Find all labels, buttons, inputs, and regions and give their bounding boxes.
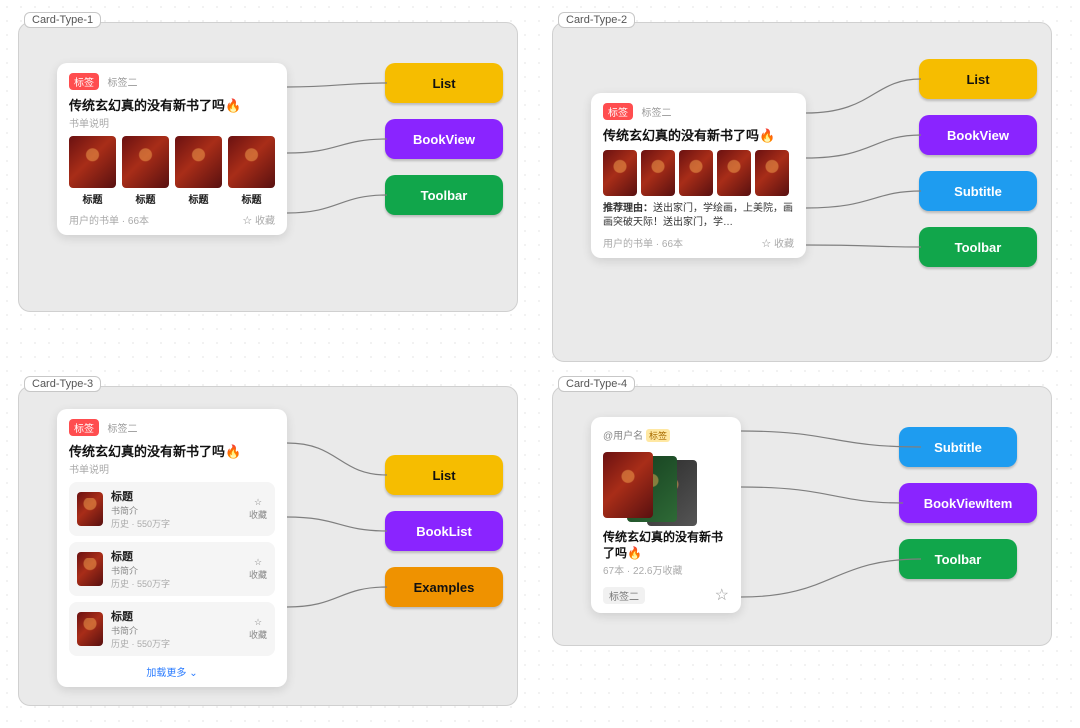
book-cover[interactable] (603, 150, 637, 196)
fire-icon: 🔥 (225, 98, 241, 113)
section-card-type-4: Card-Type-4 @用户名 标签 传统玄幻真的没有新书了吗🔥 (552, 386, 1052, 706)
chip-list[interactable]: List (385, 63, 503, 103)
chip-bookview[interactable]: BookView (385, 119, 503, 159)
book-item[interactable]: 标题 (175, 136, 222, 206)
fire-icon: 🔥 (225, 444, 241, 459)
tag-primary[interactable]: 标签 (69, 419, 99, 436)
card-user-line: @用户名 标签 (603, 427, 729, 442)
chip-booklist[interactable]: BookList (385, 511, 503, 551)
footer-info: 用户的书单 · 66本 (603, 235, 683, 250)
section-card-type-3: Card-Type-3 标签 标签二 传统玄幻真的没有新书了吗🔥 书单说明 标题 (18, 386, 518, 706)
star-icon: ☆ (254, 497, 262, 508)
book-cover (122, 136, 169, 188)
book-item[interactable]: 标题 (228, 136, 275, 206)
tag-secondary[interactable]: 标签二 (107, 74, 137, 89)
favorite-button[interactable]: ☆ 收藏 (242, 212, 275, 227)
card-stat: 67本 · 22.6万收藏 (603, 562, 729, 577)
book-cover (175, 136, 222, 188)
chip-column: List BookList Examples (385, 455, 503, 607)
chip-column: List BookView Toolbar (385, 63, 503, 215)
section-card-type-1: Card-Type-1 标签 标签二 传统玄幻真的没有新书了吗🔥 书单说明 标题… (18, 22, 518, 362)
star-icon: ☆ (242, 215, 252, 227)
book-cover (77, 552, 103, 586)
chip-subtitle[interactable]: Subtitle (899, 427, 1017, 467)
footer-info: 用户的书单 · 66本 (69, 212, 149, 227)
book-row: 标题 标题 标题 标题 (69, 136, 275, 206)
tag-primary[interactable]: 标签 (69, 73, 99, 90)
tag-secondary[interactable]: 标签二 (641, 104, 671, 119)
star-icon: ☆ (254, 617, 262, 628)
star-icon: ☆ (715, 587, 729, 604)
section-label: Card-Type-3 (24, 376, 101, 392)
card-type-4[interactable]: @用户名 标签 传统玄幻真的没有新书了吗🔥 67本 · 22.6万收藏 标签二 (591, 417, 741, 613)
fire-icon: 🔥 (627, 546, 642, 560)
section-label: Card-Type-1 (24, 12, 101, 28)
fire-icon: 🔥 (759, 128, 775, 143)
book-cover[interactable] (641, 150, 675, 196)
book-cover (228, 136, 275, 188)
book-cover (603, 452, 653, 518)
chevron-down-icon: ⌄ (189, 668, 197, 679)
chip-toolbar[interactable]: Toolbar (919, 227, 1037, 267)
card-footer: 标签二 ☆ (603, 585, 729, 605)
chip-column: List BookView Subtitle Toolbar (919, 59, 1037, 267)
chip-examples[interactable]: Examples (385, 567, 503, 607)
tag-primary[interactable]: 标签 (603, 103, 633, 120)
book-item[interactable]: 标题 (122, 136, 169, 206)
chip-subtitle[interactable]: Subtitle (919, 171, 1037, 211)
book-cover (69, 136, 116, 188)
star-icon: ☆ (254, 557, 262, 568)
card-type-3[interactable]: 标签 标签二 传统玄幻真的没有新书了吗🔥 书单说明 标题 书简介 历史 · 55… (57, 409, 287, 687)
card-title: 传统玄幻真的没有新书了吗🔥 (603, 530, 729, 561)
book-row (603, 150, 794, 196)
chip-toolbar[interactable]: Toolbar (899, 539, 1017, 579)
chip-bookviewitem[interactable]: BookViewItem (899, 483, 1037, 523)
book-cover[interactable] (755, 150, 789, 196)
card-title: 传统玄幻真的没有新书了吗🔥 (603, 125, 794, 144)
recommend-text: 推荐理由：送出家门，学绘画，上美院，画画突破天际！送出家门，学… (603, 202, 794, 229)
card-type-2[interactable]: 标签 标签二 传统玄幻真的没有新书了吗🔥 推荐理由：送出家门，学 (591, 93, 806, 258)
card-title: 传统玄幻真的没有新书了吗🔥 (69, 441, 275, 460)
card-subtitle: 书单说明 (69, 461, 275, 476)
favorite-button[interactable]: ☆收藏 (249, 497, 267, 521)
chip-column: Subtitle BookViewItem Toolbar (899, 427, 1037, 579)
book-fan[interactable] (603, 448, 685, 526)
user-link[interactable]: @用户名 (603, 431, 643, 442)
book-cover[interactable] (717, 150, 751, 196)
section-label: Card-Type-2 (558, 12, 635, 28)
chip-list[interactable]: List (385, 455, 503, 495)
load-more-button[interactable]: 加载更多 ⌄ (69, 664, 275, 679)
chip-list[interactable]: List (919, 59, 1037, 99)
favorite-button[interactable]: ☆ 收藏 (761, 235, 794, 250)
star-icon: ☆ (761, 238, 771, 250)
book-cover (77, 612, 103, 646)
section-label: Card-Type-4 (558, 376, 635, 392)
card-subtitle: 书单说明 (69, 115, 275, 130)
book-cover[interactable] (679, 150, 713, 196)
card-footer: 用户的书单 · 66本 ☆ 收藏 (603, 235, 794, 250)
tag-secondary[interactable]: 标签二 (603, 587, 645, 604)
favorite-button[interactable]: ☆ (715, 585, 729, 605)
book-list-row[interactable]: 标题 书简介 历史 · 550万字 ☆收藏 (69, 542, 275, 596)
chip-bookview[interactable]: BookView (919, 115, 1037, 155)
card-footer: 用户的书单 · 66本 ☆ 收藏 (69, 212, 275, 227)
tag-secondary[interactable]: 标签二 (107, 420, 137, 435)
favorite-button[interactable]: ☆收藏 (249, 617, 267, 641)
section-card-type-2: Card-Type-2 标签 标签二 传统玄幻真的没有新书了吗🔥 (552, 22, 1052, 362)
chip-toolbar[interactable]: Toolbar (385, 175, 503, 215)
book-item[interactable]: 标题 (69, 136, 116, 206)
card-type-1[interactable]: 标签 标签二 传统玄幻真的没有新书了吗🔥 书单说明 标题 标题 标题 标题 用 (57, 63, 287, 235)
book-list-row[interactable]: 标题 书简介 历史 · 550万字 ☆收藏 (69, 602, 275, 656)
user-tag: 标签 (646, 429, 670, 442)
book-cover (77, 492, 103, 526)
favorite-button[interactable]: ☆收藏 (249, 557, 267, 581)
card-title: 传统玄幻真的没有新书了吗🔥 (69, 95, 275, 114)
book-list-row[interactable]: 标题 书简介 历史 · 550万字 ☆收藏 (69, 482, 275, 536)
